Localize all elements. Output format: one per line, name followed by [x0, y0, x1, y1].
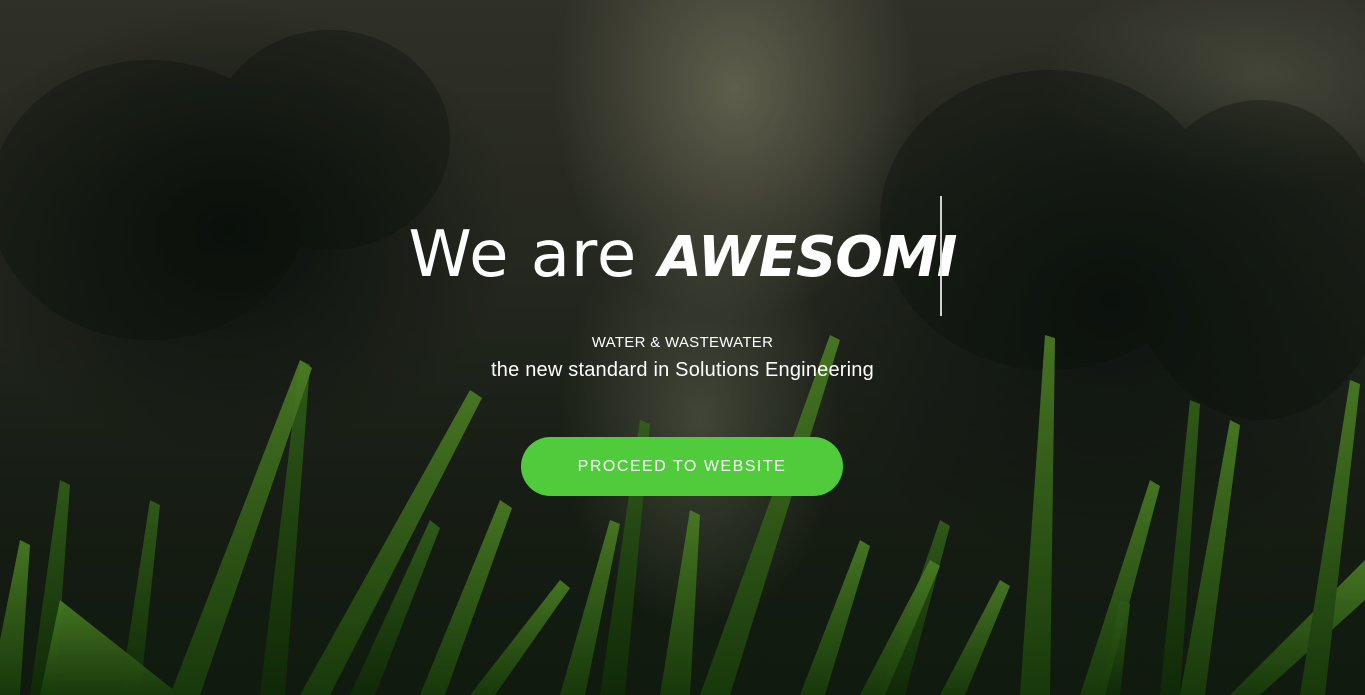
- headline-text: We are AWESOMI: [408, 218, 958, 292]
- tagline-large: the new standard in Solutions Engineerin…: [491, 359, 874, 381]
- proceed-to-website-button[interactable]: PROCEED TO WEBSITE: [521, 437, 843, 496]
- typing-cursor: [940, 196, 942, 316]
- hero-section: We are AWESOMI WATER & WASTEWATER the ne…: [0, 0, 1365, 695]
- page-title: We are AWESOMI: [0, 218, 1365, 292]
- tagline-small: WATER & WASTEWATER: [591, 334, 774, 351]
- headline-typed-word: AWESOMI: [658, 225, 958, 290]
- headline-static-text: We are: [408, 218, 659, 292]
